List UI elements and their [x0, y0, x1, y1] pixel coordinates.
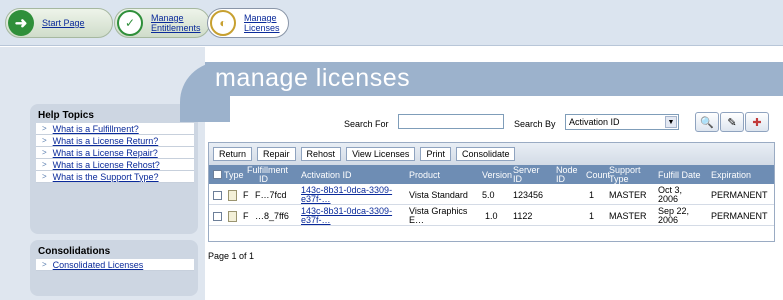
- help-item[interactable]: > What is a License Rehost?: [36, 159, 194, 171]
- cell-expiration: PERMANENT: [711, 190, 768, 200]
- advanced-search-button[interactable]: ✚: [745, 112, 769, 132]
- col-type[interactable]: Type: [224, 171, 244, 180]
- help-item-link[interactable]: What is a License Return?: [53, 136, 159, 146]
- col-version[interactable]: Version: [482, 171, 512, 180]
- chevron-right-icon: >: [42, 172, 47, 181]
- help-item[interactable]: > What is a Fulfillment?: [36, 123, 194, 135]
- chevron-right-icon: >: [42, 136, 47, 145]
- table-header: Type Fulfillment ID Activation ID Produc…: [209, 165, 774, 184]
- nav-manage-entitlements[interactable]: ✓ Manage Entitlements: [114, 8, 210, 38]
- cell-type: F: [243, 211, 249, 221]
- nav-start-label[interactable]: Start Page: [42, 18, 85, 28]
- search-by-label: Search By: [514, 119, 556, 129]
- row-checkbox[interactable]: [213, 212, 222, 221]
- page-title: manage licenses: [215, 64, 411, 92]
- cell-fulfillment: F…7fcd: [255, 190, 287, 200]
- chevron-right-icon: >: [42, 148, 47, 157]
- return-button[interactable]: Return: [213, 147, 253, 161]
- licenses-icon: ◐: [210, 10, 236, 36]
- help-item-link[interactable]: What is a Fulfillment?: [53, 124, 139, 134]
- search-input[interactable]: [398, 114, 504, 129]
- cell-support: MASTER: [609, 190, 647, 200]
- help-item[interactable]: > What is the Support Type?: [36, 171, 194, 183]
- consolidations-item-link[interactable]: Consolidated Licenses: [53, 260, 144, 270]
- print-button[interactable]: Print: [420, 147, 451, 161]
- help-item[interactable]: > What is a License Repair?: [36, 147, 194, 159]
- arrow-right-icon: ➜: [8, 10, 34, 36]
- consolidations-panel: Consolidations > Consolidated Licenses: [30, 240, 198, 296]
- col-count[interactable]: Count: [586, 171, 610, 180]
- cell-support: MASTER: [609, 211, 647, 221]
- cell-expiration: PERMANENT: [711, 211, 768, 221]
- search-for-label: Search For: [344, 119, 389, 129]
- cell-count: 1: [589, 190, 595, 200]
- col-activation[interactable]: Activation ID: [301, 171, 352, 180]
- repair-button[interactable]: Repair: [257, 147, 296, 161]
- rehost-button[interactable]: Rehost: [300, 147, 342, 161]
- cell-server: 1122: [513, 211, 533, 221]
- dropdown-arrow-icon: ▼: [665, 116, 677, 128]
- help-topics-panel: Help Topics > What is a Fulfillment? > Wha…: [30, 104, 198, 234]
- help-item-link[interactable]: What is the Support Type?: [53, 172, 159, 182]
- nav-licenses-label[interactable]: Manage Licenses: [244, 13, 280, 33]
- nav-entitlements-line1: Manage: [151, 13, 184, 23]
- table-row: F …8_7ff6 143c-8b31-0dca-3309- e37f-… Vi…: [209, 206, 774, 226]
- chevron-right-icon: >: [42, 160, 47, 169]
- col-node-line2[interactable]: ID: [556, 175, 565, 184]
- consolidations-list: > Consolidated Licenses: [36, 259, 194, 271]
- search-by-value: Activation ID: [569, 117, 620, 127]
- advanced-search-icon: ✚: [752, 116, 762, 129]
- nav-entitlements-label[interactable]: Manage Entitlements: [151, 13, 201, 33]
- consolidations-item[interactable]: > Consolidated Licenses: [36, 259, 194, 271]
- cell-version: 5.0: [482, 190, 495, 200]
- col-server-line2[interactable]: ID: [513, 175, 522, 184]
- view-licenses-button[interactable]: View Licenses: [346, 147, 416, 161]
- cell-date-line2: 2006: [658, 215, 679, 225]
- pagination-label: Page 1 of 1: [208, 251, 255, 261]
- license-file-icon: [228, 190, 237, 201]
- help-item-link[interactable]: What is a License Rehost?: [53, 160, 160, 170]
- table-row: F F…7fcd 143c-8b31-0dca-3309- e37f-… Vis…: [209, 185, 774, 205]
- table-toolbar: Return Repair Rehost View Licenses Print…: [209, 143, 774, 165]
- cell-server: 123456: [513, 190, 544, 200]
- cell-product-line2: E…: [409, 215, 425, 225]
- license-file-icon: [228, 211, 237, 222]
- cell-fulfillment: …8_7ff6: [255, 211, 289, 221]
- nav-licenses-line1: Manage: [244, 13, 277, 23]
- col-fulfillment-line2[interactable]: ID: [259, 175, 268, 184]
- search-by-select[interactable]: Activation ID ▼: [565, 114, 679, 130]
- top-nav-bar: ➜ Start Page ✓ Manage Entitlements ◐ Man…: [0, 0, 783, 46]
- chevron-right-icon: >: [42, 260, 47, 269]
- cell-count: 1: [589, 211, 595, 221]
- nav-licenses-line2: Licenses: [244, 23, 280, 33]
- edit-icon: ✎: [727, 116, 737, 129]
- col-support-line2[interactable]: Type: [609, 175, 629, 184]
- cell-version: 1.0: [485, 211, 498, 221]
- col-fulfill-date[interactable]: Fulfill Date: [658, 171, 701, 180]
- magnifier-icon: 🔍: [700, 116, 714, 129]
- cell-type: F: [243, 190, 249, 200]
- consolidate-button[interactable]: Consolidate: [455, 147, 516, 161]
- chevron-right-icon: >: [42, 124, 47, 133]
- row-checkbox[interactable]: [213, 191, 222, 200]
- help-topics-title: Help Topics: [38, 110, 94, 121]
- col-expiration[interactable]: Expiration: [711, 171, 751, 180]
- help-item-link[interactable]: What is a License Repair?: [53, 148, 158, 158]
- cell-product: Vista Standard: [409, 190, 468, 200]
- help-item[interactable]: > What is a License Return?: [36, 135, 194, 147]
- nav-start-page[interactable]: ➜ Start Page: [5, 8, 113, 38]
- entitlements-icon: ✓: [117, 10, 143, 36]
- consolidations-title: Consolidations: [38, 246, 111, 257]
- cell-activation-line2[interactable]: e37f-…: [301, 195, 331, 204]
- cell-activation-line2[interactable]: e37f-…: [301, 216, 331, 225]
- search-button[interactable]: 🔍: [695, 112, 719, 132]
- col-product[interactable]: Product: [409, 171, 440, 180]
- select-all-checkbox[interactable]: [213, 170, 222, 179]
- help-topics-list: > What is a Fulfillment? > What is a Licen…: [36, 123, 194, 183]
- cell-date-line2: 2006: [658, 194, 679, 204]
- edit-button[interactable]: ✎: [720, 112, 744, 132]
- nav-manage-licenses[interactable]: ◐ Manage Licenses: [207, 8, 289, 38]
- nav-entitlements-line2: Entitlements: [151, 23, 201, 33]
- licenses-table: Return Repair Rehost View Licenses Print…: [208, 142, 775, 242]
